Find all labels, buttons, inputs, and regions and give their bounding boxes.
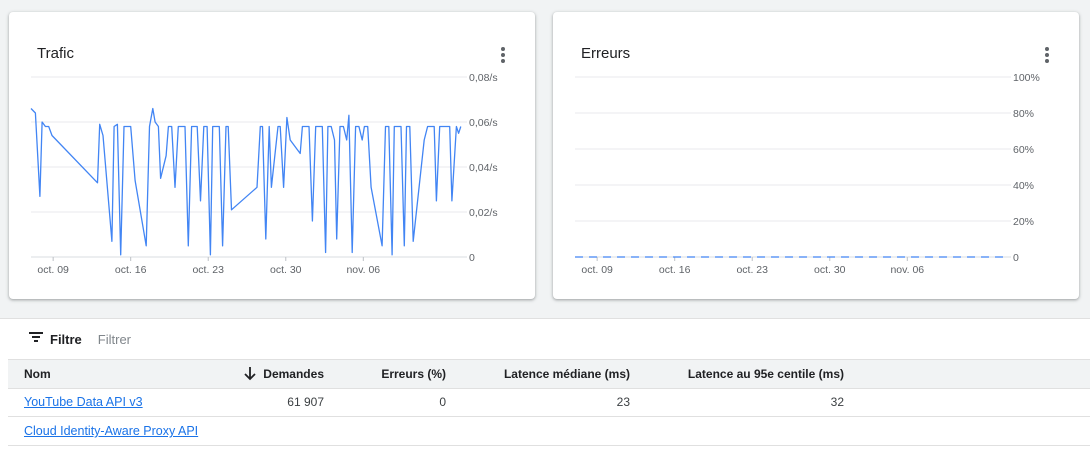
x-tick-label: nov. 06	[346, 264, 380, 276]
cell-requests: 61 907	[287, 395, 324, 409]
cell-errors	[346, 417, 446, 445]
cell-p95-latency	[644, 417, 844, 445]
api-link-cloud-iap[interactable]: Cloud Identity-Aware Proxy API	[24, 424, 198, 438]
cell-requests	[244, 417, 324, 445]
y-tick-label: 100%	[1013, 72, 1040, 84]
api-link-youtube-data[interactable]: YouTube Data API v3	[24, 395, 143, 409]
y-tick-label: 0	[469, 252, 475, 264]
y-tick-label: 80%	[1013, 108, 1034, 120]
header-errors[interactable]: Erreurs (%)	[346, 360, 446, 388]
cell-errors: 0	[439, 395, 446, 409]
y-tick-label: 0,06/s	[469, 117, 498, 129]
table-header: Nom Demandes Erreurs (%) Latence médiane…	[8, 359, 1090, 389]
filter-icon[interactable]	[28, 330, 44, 348]
header-name[interactable]: Nom	[24, 360, 51, 388]
table-row: Cloud Identity-Aware Proxy API	[8, 417, 1090, 446]
errors-card: Erreurs 0 20% 40% 60% 80% 100% oct. 09 oct. 16 o…	[553, 12, 1079, 299]
x-tick-label: oct. 23	[736, 264, 768, 276]
y-tick-label: 40%	[1013, 180, 1034, 192]
x-tick-label: oct. 23	[192, 264, 224, 276]
y-tick-label: 0	[1013, 252, 1019, 264]
filter-input[interactable]	[95, 330, 400, 348]
header-p95-latency[interactable]: Latence au 95e centile (ms)	[644, 360, 844, 388]
table-row: YouTube Data API v3 61 907 0 23 32	[8, 388, 1090, 417]
x-tick-label: oct. 16	[659, 264, 691, 276]
y-tick-label: 0,08/s	[469, 72, 498, 84]
filter-label: Filtre	[50, 331, 82, 347]
cell-median-latency	[470, 417, 630, 445]
x-tick-label: nov. 06	[890, 264, 924, 276]
cell-p95-latency: 32	[830, 395, 844, 409]
y-tick-label: 20%	[1013, 216, 1034, 228]
x-tick-label: oct. 09	[37, 264, 69, 276]
header-requests[interactable]: Demandes	[244, 360, 324, 388]
header-median-latency[interactable]: Latence médiane (ms)	[470, 360, 630, 388]
y-tick-label: 0,02/s	[469, 207, 498, 219]
cell-median-latency: 23	[616, 395, 630, 409]
api-table-section: Filtre Nom Demandes Erreurs (%) Latence …	[0, 318, 1090, 456]
series-line	[30, 107, 462, 256]
x-tick-label: oct. 09	[581, 264, 613, 276]
traffic-chart: 0 0,02/s 0,04/s 0,06/s 0,08/s oct. 09 oct. 16 o…	[30, 72, 498, 276]
filter-bar: Filtre	[28, 329, 400, 349]
y-tick-label: 60%	[1013, 144, 1034, 156]
x-tick-label: oct. 16	[115, 264, 147, 276]
x-tick-label: oct. 30	[270, 264, 302, 276]
errors-chart: 0 20% 40% 60% 80% 100% oct. 09 oct. 16 oct. 23 oc…	[575, 72, 1040, 276]
x-tick-label: oct. 30	[814, 264, 846, 276]
traffic-card: Trafic 0 0,02/s 0,04/s 0,06/s 0,08/s oct. 09 o…	[9, 12, 535, 299]
y-tick-label: 0,04/s	[469, 162, 498, 174]
